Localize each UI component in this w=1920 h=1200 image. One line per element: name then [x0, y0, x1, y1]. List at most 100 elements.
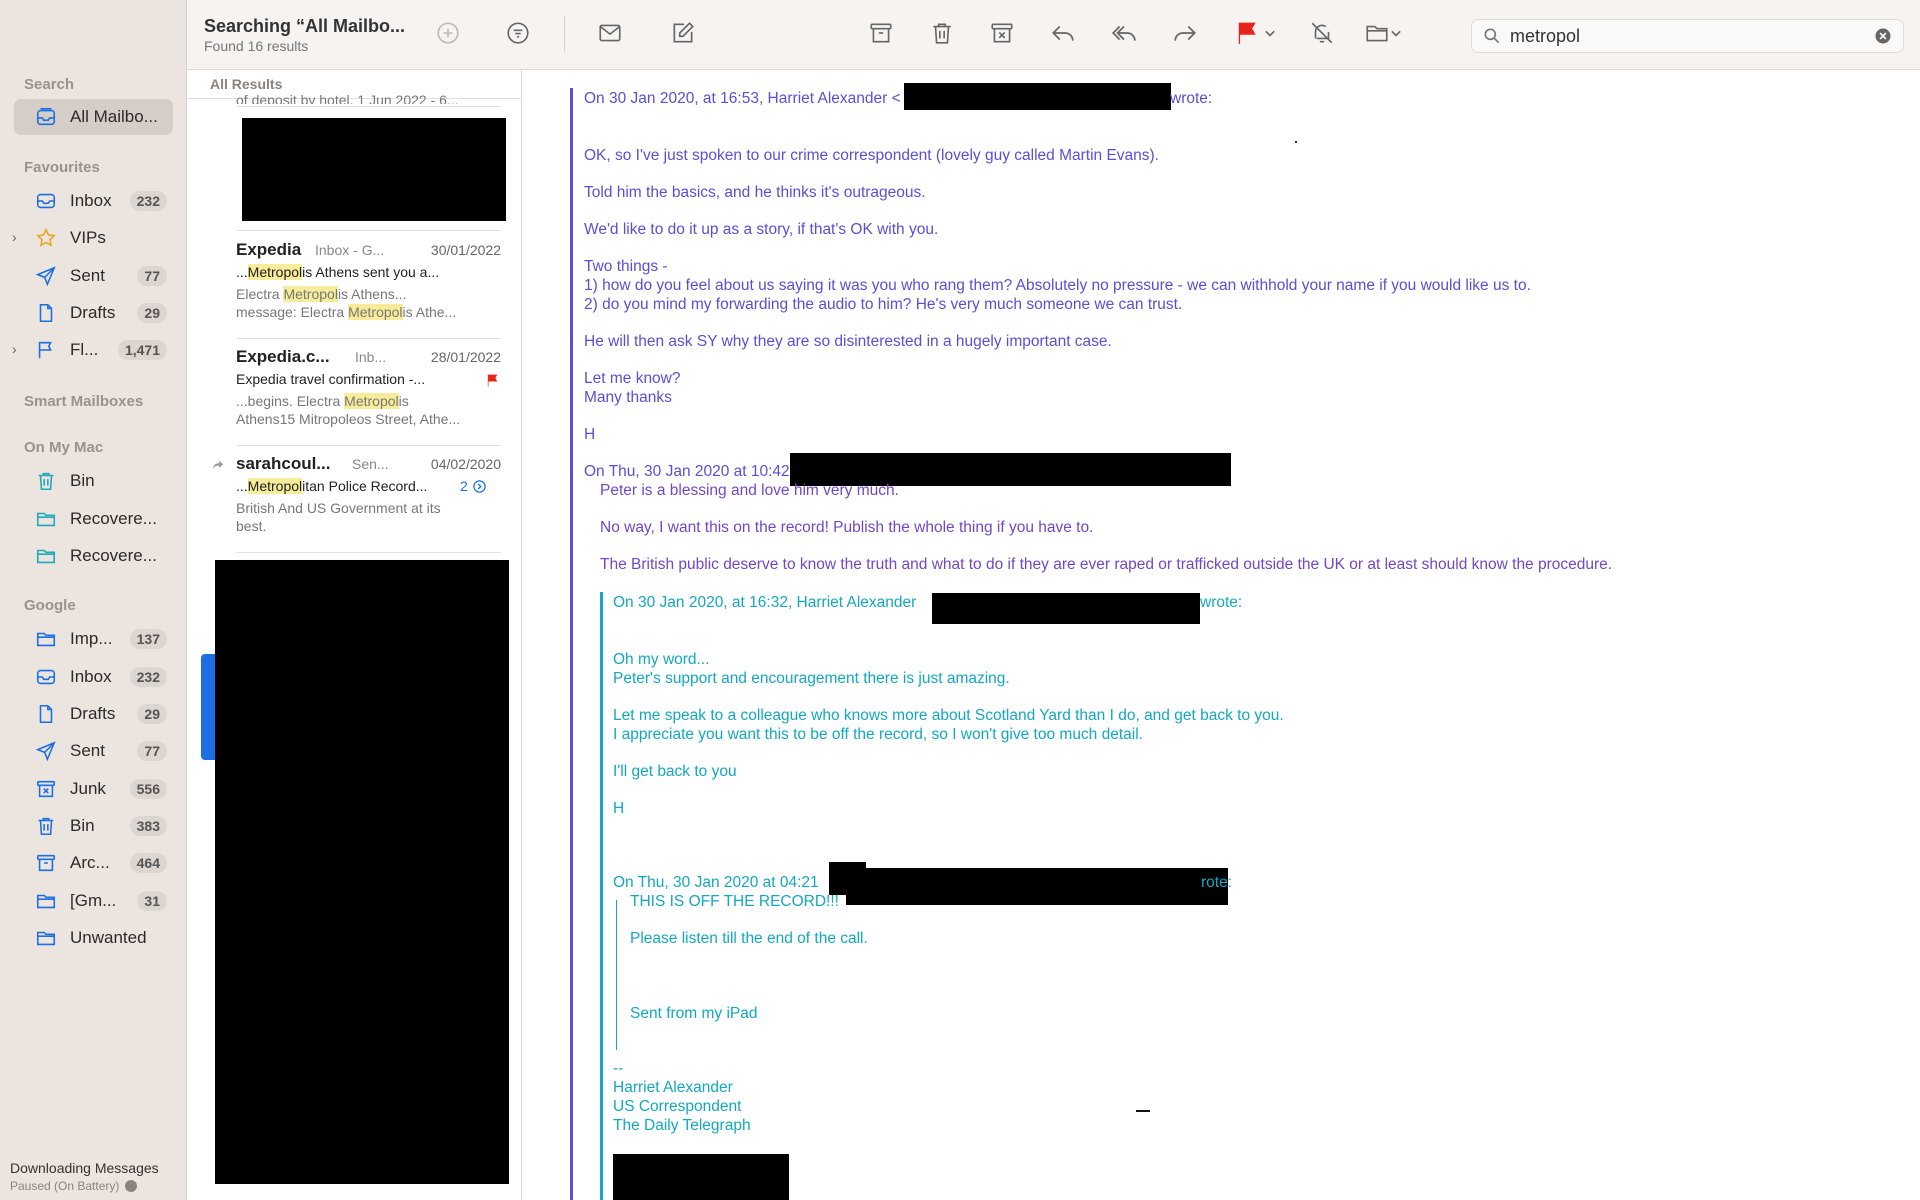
quote-bar-level-2	[600, 592, 603, 1200]
folder-icon	[34, 627, 58, 651]
count-badge: 383	[129, 816, 167, 836]
sidebar-item-sent[interactable]: Sent 77	[14, 258, 173, 294]
star-icon	[34, 226, 58, 250]
sidebar-item-important[interactable]: Imp... 137	[14, 621, 173, 657]
trash-icon	[34, 469, 58, 493]
section-smart-mailboxes[interactable]: Smart Mailboxes	[24, 393, 143, 410]
envelope-icon	[599, 24, 621, 42]
sidebar-item-junk[interactable]: Junk 556	[14, 771, 173, 807]
email-header-line: On Thu, 30 Jan 2020 at 04:21	[613, 874, 819, 891]
chevron-circle-icon	[473, 479, 486, 493]
flag-button[interactable]	[1232, 18, 1262, 48]
email-line: Told him the basics, and he thinks it's …	[584, 184, 926, 201]
preview-line-1: Electra Metropolis Athens...	[236, 286, 407, 302]
sidebar-item-google-sent[interactable]: Sent 77	[14, 733, 173, 769]
archive-icon	[870, 23, 892, 43]
toolbar: Searching “All Mailbo... Found 16 result…	[187, 0, 1920, 70]
chevron-down-icon	[1391, 30, 1401, 37]
sidebar-item-label: Fl...	[70, 340, 99, 359]
sidebar-item-label: Recovere...	[70, 509, 157, 528]
email-line: Let me know?	[584, 370, 681, 387]
sidebar-item-label: Junk	[70, 779, 106, 798]
inbox-icon	[34, 665, 58, 689]
sidebar-item-google-bin[interactable]: Bin 383	[14, 808, 173, 844]
sidebar-item-google-drafts[interactable]: Drafts 29	[14, 696, 173, 732]
sidebar-item-drafts[interactable]: Drafts 29	[14, 295, 173, 331]
redaction-block	[613, 1154, 789, 1200]
message-viewer[interactable]: On 30 Jan 2020, at 16:53, Harriet Alexan…	[522, 70, 1920, 1200]
reply-button[interactable]	[1048, 18, 1078, 48]
sidebar-item-inbox[interactable]: Inbox 232	[14, 183, 173, 219]
mute-button[interactable]	[1307, 18, 1337, 48]
sidebar-item-recovered-2[interactable]: Recovere...	[14, 538, 173, 574]
redaction-block	[215, 560, 509, 1184]
signature-line: --	[613, 1060, 624, 1077]
email-line: Peter is a blessing and love him very mu…	[600, 482, 899, 499]
sidebar-item-mac-bin[interactable]: Bin	[14, 463, 173, 499]
subject: ...Metropolis Athens sent you a...	[236, 264, 440, 280]
message-list[interactable]: All Results of deposit by hotel. 1 Jun 2…	[187, 70, 522, 1200]
filter-icon	[507, 22, 529, 44]
sidebar-item-flagged[interactable]: › Fl... 1,471	[12, 332, 173, 368]
trash-icon	[34, 814, 58, 838]
stop-icon[interactable]	[125, 1180, 138, 1192]
results-count: Found 16 results	[204, 38, 309, 54]
junk-button[interactable]	[987, 18, 1017, 48]
list-item[interactable]: sarahcoul... Sen... 04/02/2020 ...Metrop…	[187, 446, 521, 553]
list-item[interactable]: Expedia.c... Inb... 28/01/2022 Expedia t…	[187, 339, 521, 446]
add-mailbox-button[interactable]	[433, 18, 463, 48]
sidebar-item-google-inbox[interactable]: Inbox 232	[14, 659, 173, 695]
delete-button[interactable]	[927, 18, 957, 48]
sidebar-item-all-mailboxes[interactable]: All Mailbo...	[14, 99, 173, 135]
sidebar-item-label: Drafts	[70, 704, 116, 723]
list-item[interactable]: Expedia Inbox - G... 30/01/2022 ...Metro…	[187, 232, 521, 339]
reply-all-button[interactable]	[1109, 18, 1139, 48]
clear-search-icon[interactable]	[1873, 26, 1893, 46]
sidebar-item-recovered-1[interactable]: Recovere...	[14, 501, 173, 537]
sidebar-item-label: Bin	[70, 816, 95, 835]
sidebar-item-gmail[interactable]: [Gm... 31	[14, 883, 173, 919]
email-line: Let me speak to a colleague who knows mo…	[613, 707, 1284, 724]
status-title: Downloading Messages	[10, 1160, 159, 1176]
email-header-line: On 30 Jan 2020, at 16:53, Harriet Alexan…	[584, 90, 901, 107]
section-google: Google	[24, 597, 76, 614]
email-line: Oh my word...	[613, 651, 710, 668]
sidebar-item-label: [Gm...	[70, 891, 117, 910]
sidebar-item-unwanted[interactable]: Unwanted	[14, 920, 173, 956]
count-badge: 232	[129, 667, 167, 687]
count-badge: 77	[137, 266, 167, 286]
count-badge: 556	[129, 779, 167, 799]
compose-button[interactable]	[668, 18, 698, 48]
email-header-wrote: wrote:	[1200, 594, 1243, 611]
flag-menu-button[interactable]	[1260, 18, 1280, 48]
email-line: H	[584, 426, 596, 443]
search-field[interactable]	[1471, 19, 1904, 53]
email-line: He will then ask SY why they are so disi…	[584, 333, 1112, 350]
forward-button[interactable]	[1170, 18, 1200, 48]
search-highlight: Metropol	[348, 304, 403, 320]
chevron-right-icon[interactable]: ›	[12, 341, 17, 357]
email-line: Sent from my iPad	[630, 1005, 758, 1022]
count-badge: 464	[129, 853, 167, 873]
sidebar-item-vips[interactable]: › VIPs	[12, 220, 173, 256]
filter-button[interactable]	[503, 18, 533, 48]
quote-bar-level-3	[616, 900, 617, 1050]
get-mail-button[interactable]	[595, 18, 625, 48]
section-search: Search	[24, 76, 75, 93]
archive-button[interactable]	[866, 18, 896, 48]
reply-all-icon	[1111, 25, 1136, 41]
signature-line: Harriet Alexander	[613, 1079, 733, 1096]
section-favourites: Favourites	[24, 159, 100, 176]
search-input[interactable]	[1510, 25, 1870, 47]
thread-count[interactable]: 2	[460, 478, 487, 494]
paper-plane-icon	[34, 739, 58, 763]
move-menu-button[interactable]	[1386, 18, 1406, 48]
sidebar-item-archive[interactable]: Arc... 464	[14, 845, 173, 881]
flag-icon	[487, 374, 498, 387]
mailbox-label: Inbox - G...	[315, 242, 385, 258]
chevron-right-icon[interactable]: ›	[12, 229, 17, 245]
document-icon	[34, 702, 58, 726]
date: 28/01/2022	[430, 349, 501, 365]
sender: sarahcoul...	[236, 454, 331, 473]
bell-slash-icon	[1311, 22, 1333, 44]
